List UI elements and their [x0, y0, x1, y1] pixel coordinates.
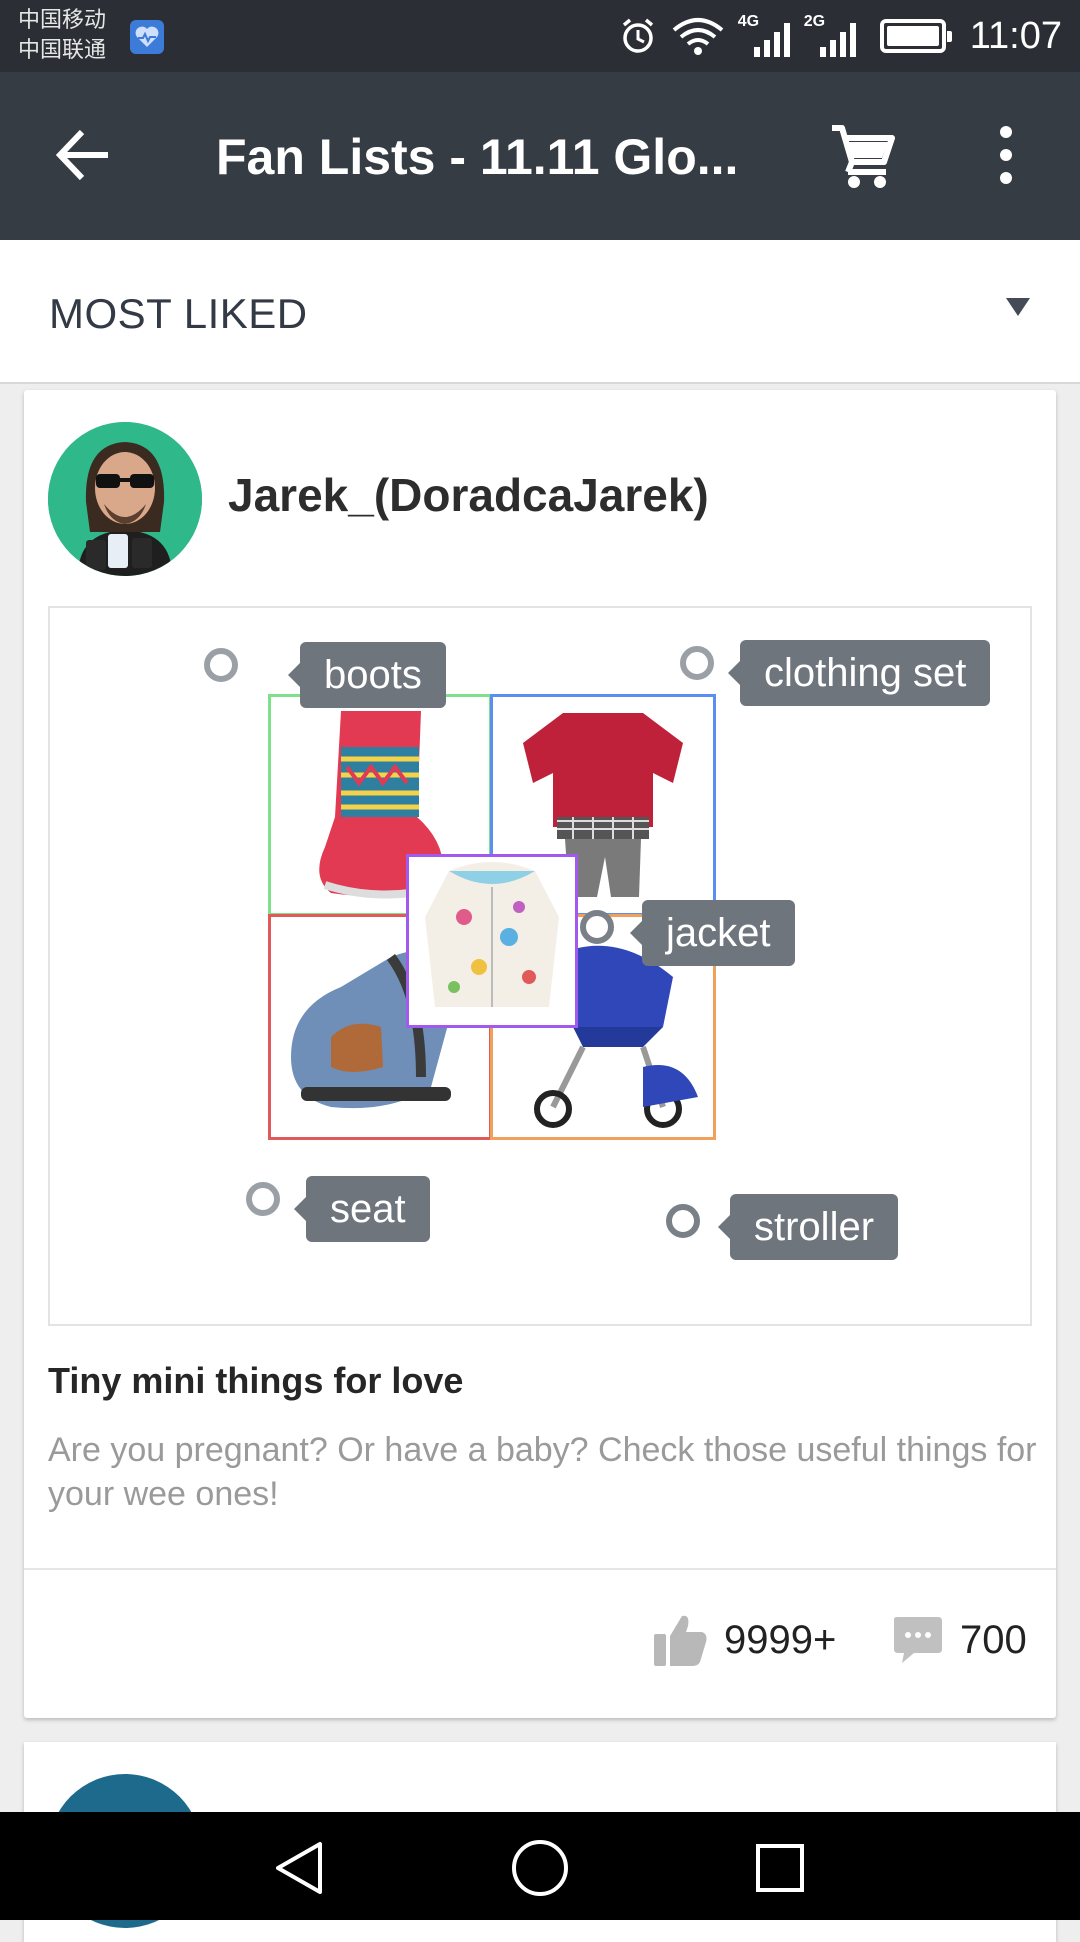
avatar[interactable] [48, 422, 202, 576]
health-app-icon [130, 20, 164, 54]
shopping-cart-icon [832, 125, 895, 188]
comment-icon [894, 1617, 942, 1663]
list-description: Are you pregnant? Or have a baby? Check … [48, 1431, 1037, 1513]
clock: 11:07 [969, 14, 1062, 57]
fan-list-card[interactable]: Jarek_(DoradcaJarek) boots clothing set … [24, 390, 1056, 1718]
username[interactable]: Jarek_(DoradcaJarek) [228, 468, 709, 522]
wifi-icon [672, 18, 723, 55]
sort-dropdown[interactable]: MOST LIKED [0, 240, 1080, 384]
like-count: 9999+ [724, 1617, 837, 1662]
signal-2g-icon: 2G [804, 11, 856, 61]
product-collage[interactable]: boots clothing set jacket seat stroller [48, 606, 1032, 1326]
signal-4g-icon: 4G [738, 11, 790, 61]
tile-jacket[interactable] [406, 854, 578, 1028]
battery-icon [879, 19, 952, 53]
system-nav-bar [0, 1812, 1080, 1920]
carrier-2: 中国联通 [18, 38, 107, 63]
tag-boots[interactable]: boots [288, 642, 446, 708]
nav-home-icon[interactable] [510, 1838, 570, 1898]
tag-dot-boots[interactable] [204, 648, 238, 682]
arrow-left-icon [55, 129, 108, 181]
comment-button[interactable]: 700 [892, 1610, 1027, 1670]
carrier-labels: 中国移动 中国联通 [18, 6, 106, 66]
tag-dot-jacket[interactable] [580, 910, 614, 944]
nav-recents-icon[interactable] [750, 1838, 810, 1898]
app-bar: Fan Lists - 11.11 Glo... [0, 72, 1080, 240]
carrier-1: 中国移动 [18, 8, 107, 33]
tag-dot-stroller[interactable] [666, 1204, 700, 1238]
nav-back-icon[interactable] [270, 1838, 330, 1898]
tag-dot-seat[interactable] [246, 1182, 280, 1216]
status-icons: 4G 2G 11:07 [618, 0, 1062, 72]
tag-jacket[interactable]: jacket [630, 900, 795, 966]
tag-dot-clothing-set[interactable] [680, 646, 714, 680]
jacket-image [425, 862, 559, 1007]
cart-button[interactable] [828, 120, 898, 190]
page-title: Fan Lists - 11.11 Glo... [216, 129, 739, 185]
more-options-button[interactable] [986, 120, 1026, 190]
tag-seat[interactable]: seat [294, 1176, 430, 1242]
back-button[interactable] [52, 122, 118, 188]
list-title[interactable]: Tiny mini things for love [48, 1360, 463, 1402]
caret-down-icon [1006, 298, 1030, 316]
tag-stroller[interactable]: stroller [717, 1194, 899, 1260]
sort-label: MOST LIKED [49, 290, 308, 337]
tag-clothing-set[interactable]: clothing set [727, 640, 991, 706]
more-vertical-icon [1000, 126, 1012, 184]
alarm-icon [622, 18, 653, 53]
comment-count: 700 [960, 1617, 1027, 1662]
thumbs-up-icon [654, 1615, 707, 1666]
avatar-image [48, 422, 202, 576]
status-bar: 中国移动 中国联通 4G 2G 11:07 [0, 0, 1080, 72]
card-divider [24, 1568, 1056, 1570]
like-button[interactable]: 9999+ [652, 1610, 836, 1670]
